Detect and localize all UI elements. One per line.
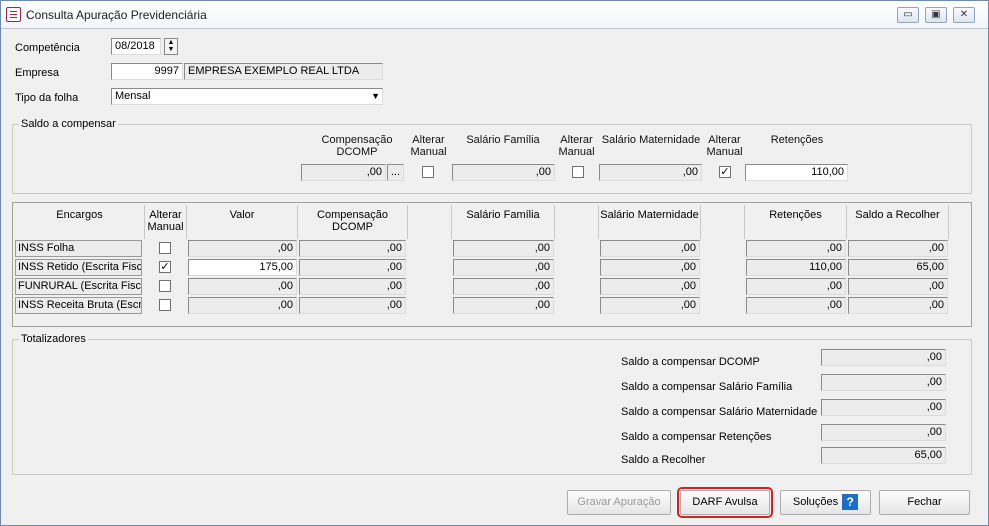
saldo-header-alterar-1: Alterar Manual: [410, 134, 447, 158]
tipo-folha-label: Tipo da folha: [15, 92, 79, 104]
grid-cell-sal-fam: ,00: [453, 259, 554, 276]
maximize-button[interactable]: ▣: [925, 7, 947, 23]
saldo-sal-fam-field: ,00: [452, 164, 555, 181]
spin-down-icon[interactable]: ▼: [165, 46, 177, 53]
totalizador-value: ,00: [821, 424, 946, 441]
grid-header-sal-fam: Salário Família: [452, 205, 555, 239]
grid-header-encargos: Encargos: [15, 205, 145, 239]
grid-cell-saldo: ,00: [848, 297, 948, 314]
tipo-folha-select[interactable]: Mensal ▼: [111, 88, 383, 105]
app-document-icon: [6, 7, 21, 22]
grid-cell-sal-fam: ,00: [453, 278, 554, 295]
grid-cell-sal-mat: ,00: [600, 297, 700, 314]
saldo-retencoes-field[interactable]: 110,00: [745, 164, 848, 181]
totalizador-label: Saldo a compensar Salário Família: [621, 381, 793, 393]
grid-cell-sal-mat: ,00: [600, 240, 700, 257]
totalizador-label: Saldo a compensar Salário Maternidade: [621, 406, 818, 418]
grid-row-alterar-checkbox[interactable]: [159, 299, 171, 311]
grid-cell-saldo: ,00: [848, 278, 948, 295]
competencia-spinner[interactable]: ▲ ▼: [164, 38, 178, 55]
grid-cell-valor[interactable]: ,00: [188, 240, 297, 257]
empresa-code-field[interactable]: 9997: [111, 63, 183, 80]
grid-cell-comp: ,00: [299, 297, 406, 314]
saldo-sal-mat-field: ,00: [599, 164, 702, 181]
grid-row-label: INSS Receita Bruta (Escrita Fiscal): [15, 297, 142, 314]
help-icon: ?: [842, 494, 859, 511]
saldo-header-comp: Compensação DCOMP: [321, 134, 393, 158]
saldo-header-retencoes: Retenções: [770, 134, 824, 146]
chevron-down-icon[interactable]: ▼: [371, 89, 380, 104]
gravar-apuracao-button[interactable]: Gravar Apuração: [567, 490, 671, 515]
competencia-field[interactable]: 08/2018: [111, 38, 161, 55]
grid-cell-valor[interactable]: ,00: [188, 278, 297, 295]
solucoes-button[interactable]: Soluções?: [780, 490, 871, 515]
spin-up-icon[interactable]: ▲: [165, 39, 177, 46]
grid-cell-valor[interactable]: 175,00: [188, 259, 297, 276]
grid-row-alterar-checkbox[interactable]: [159, 280, 171, 292]
fechar-button[interactable]: Fechar: [879, 490, 970, 515]
grid-cell-sal-mat: ,00: [600, 259, 700, 276]
grid-cell-ret: 110,00: [746, 259, 846, 276]
saldo-header-sal-fam: Salário Família: [466, 134, 540, 146]
saldo-header-alterar-3: Alterar Manual: [706, 134, 743, 158]
grid-header-blank-3: [701, 205, 745, 239]
saldo-group-title: Saldo a compensar: [19, 118, 118, 130]
grid-header-retencoes: Retenções: [745, 205, 847, 239]
saldo-alterar-3-checkbox[interactable]: ✓: [719, 166, 731, 178]
totalizador-value: ,00: [821, 374, 946, 391]
grid-row-label: FUNRURAL (Escrita Fiscal): [15, 278, 142, 295]
saldo-alterar-2-checkbox[interactable]: [572, 166, 584, 178]
grid-header-comp: Compensação DCOMP: [298, 205, 408, 239]
grid-cell-sal-fam: ,00: [453, 240, 554, 257]
grid-row-label: INSS Retido (Escrita Fiscal): [15, 259, 142, 276]
totalizador-value: ,00: [821, 399, 946, 416]
totalizador-label: Saldo a compensar Retenções: [621, 431, 772, 443]
grid-cell-comp: ,00: [299, 259, 406, 276]
totalizador-label: Saldo a compensar DCOMP: [621, 356, 760, 368]
minimize-button[interactable]: ▭: [897, 7, 919, 23]
saldo-header-sal-mat: Salário Maternidade: [601, 134, 701, 146]
grid-cell-ret: ,00: [746, 297, 846, 314]
title-bar: Consulta Apuração Previdenciária ▭ ▣ ✕: [1, 1, 988, 29]
saldo-comp-ellipsis-button[interactable]: ...: [387, 164, 404, 181]
tipo-folha-value: Mensal: [115, 90, 151, 102]
totalizadores-group-title: Totalizadores: [19, 333, 88, 345]
grid-cell-sal-mat: ,00: [600, 278, 700, 295]
grid-header-blank-2: [555, 205, 599, 239]
empresa-name-field: EMPRESA EXEMPLO REAL LTDA: [184, 63, 383, 80]
saldo-header-alterar-2: Alterar Manual: [558, 134, 595, 158]
grid-cell-comp: ,00: [299, 240, 406, 257]
grid-cell-comp: ,00: [299, 278, 406, 295]
grid-header-blank-1: [408, 205, 452, 239]
solucoes-label: Soluções: [792, 496, 839, 508]
window-title: Consulta Apuração Previdenciária: [26, 8, 207, 22]
saldo-comp-field: ,00: [301, 164, 386, 181]
competencia-label: Competência: [15, 42, 80, 54]
totalizador-value: 65,00: [821, 447, 946, 464]
grid-row-label: INSS Folha: [15, 240, 142, 257]
grid-cell-saldo: ,00: [848, 240, 948, 257]
empresa-label: Empresa: [15, 67, 60, 79]
totalizador-value: ,00: [821, 349, 946, 366]
grid-row-alterar-checkbox[interactable]: [159, 242, 171, 254]
close-button[interactable]: ✕: [953, 7, 975, 23]
grid-row-alterar-checkbox[interactable]: ✓: [159, 261, 171, 273]
totalizador-label: Saldo a Recolher: [621, 454, 706, 466]
encargos-grid: Encargos Alterar Manual Valor Compensaçã…: [12, 202, 972, 327]
grid-header-sal-mat: Salário Maternidade: [599, 205, 701, 239]
darf-avulsa-button[interactable]: DARF Avulsa: [677, 487, 773, 518]
grid-cell-ret: ,00: [746, 278, 846, 295]
grid-cell-ret: ,00: [746, 240, 846, 257]
grid-header-saldo: Saldo a Recolher: [847, 205, 949, 239]
saldo-alterar-1-checkbox[interactable]: [422, 166, 434, 178]
grid-cell-sal-fam: ,00: [453, 297, 554, 314]
grid-cell-valor[interactable]: ,00: [188, 297, 297, 314]
grid-cell-saldo: 65,00: [848, 259, 948, 276]
main-window: Consulta Apuração Previdenciária ▭ ▣ ✕ C…: [0, 0, 989, 526]
grid-header-alterar: Alterar Manual: [145, 205, 187, 239]
grid-header-valor: Valor: [187, 205, 298, 239]
